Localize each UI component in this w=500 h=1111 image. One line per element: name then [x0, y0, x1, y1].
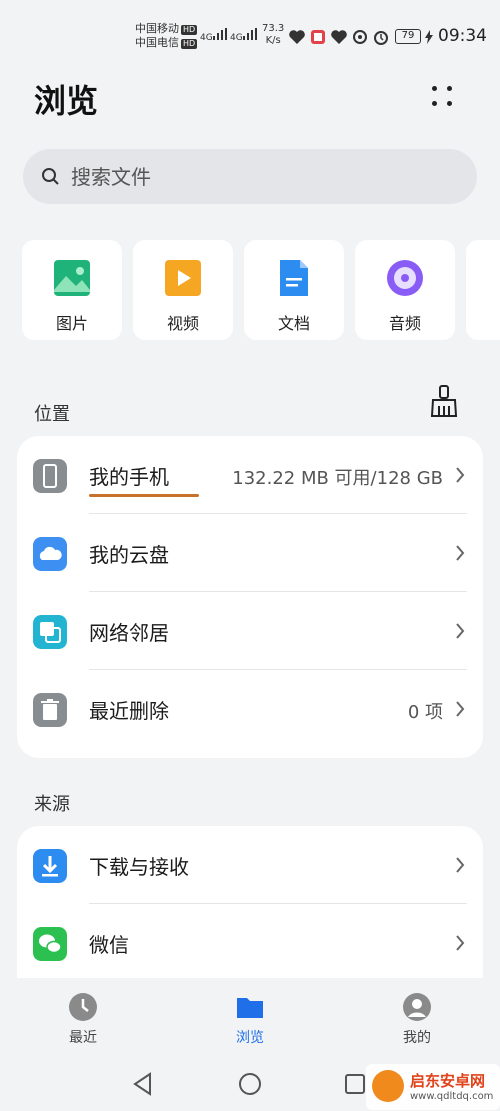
bottom-navigation: 最近 浏览 我的 [0, 978, 500, 1056]
tab-recent[interactable]: 最近 [23, 978, 143, 1056]
signal-icon: 4G [200, 28, 227, 43]
location-recently-deleted[interactable]: 最近删除 0 项 [17, 670, 483, 748]
profile-icon [403, 993, 431, 1021]
image-icon [54, 260, 90, 296]
category-label: 视频 [166, 314, 199, 333]
carrier-info: 中国移动 HD 中国电信 HD [135, 22, 198, 50]
search-input[interactable] [71, 149, 451, 204]
tab-browse[interactable]: 浏览 [190, 978, 310, 1056]
section-title-locations: 位置 [34, 404, 70, 425]
watermark-name: 启东安卓网 [410, 1072, 486, 1090]
tab-mine[interactable]: 我的 [357, 978, 477, 1056]
source-label: 微信 [89, 933, 129, 957]
category-label: 音频 [388, 314, 421, 333]
chevron-right-icon [456, 545, 465, 561]
watermark: 启东安卓网 www.qdltdq.com [366, 1064, 500, 1110]
search-bar[interactable] [23, 149, 477, 204]
chevron-right-icon [456, 857, 465, 873]
hd-badge: HD [181, 25, 198, 35]
battery-icon: 79 [395, 29, 421, 44]
chevron-right-icon [456, 701, 465, 717]
nfc-icon [353, 30, 367, 44]
folder-icon [237, 998, 263, 1018]
section-title-sources: 来源 [34, 794, 70, 815]
heart-rate-icon [331, 30, 347, 44]
charging-icon [425, 30, 433, 44]
clock-time: 09:34 [438, 26, 487, 46]
network-speed: 73.3 K/s [262, 23, 285, 46]
tab-label: 浏览 [236, 1030, 264, 1046]
location-label: 最近删除 [89, 699, 169, 723]
chevron-right-icon [456, 935, 465, 951]
chevron-right-icon [456, 467, 465, 483]
trash-icon [33, 693, 67, 727]
broom-icon[interactable] [428, 384, 460, 418]
search-icon [42, 168, 59, 185]
tab-label: 我的 [403, 1030, 431, 1046]
audio-icon [387, 260, 423, 296]
category-more[interactable] [466, 240, 500, 340]
category-images[interactable]: 图片 [22, 240, 122, 340]
document-icon [280, 260, 308, 296]
carrier-2: 中国电信 [135, 36, 179, 49]
clock-icon [69, 993, 97, 1021]
carrier-1: 中国移动 [135, 22, 179, 35]
alarm-icon [374, 31, 388, 45]
cloud-icon [33, 537, 67, 571]
more-options-button[interactable] [424, 80, 460, 116]
source-label: 下载与接收 [89, 855, 189, 879]
health-icon [289, 30, 305, 44]
source-downloads[interactable]: 下载与接收 [17, 826, 483, 904]
storage-value: 132.22 MB 可用/128 GB [232, 468, 443, 489]
source-wechat[interactable]: 微信 [17, 904, 483, 982]
sources-card: 下载与接收 微信 [17, 826, 483, 986]
phone-icon [33, 459, 67, 493]
category-videos[interactable]: 视频 [133, 240, 233, 340]
category-documents[interactable]: 文档 [244, 240, 344, 340]
signal-icon: 4G [230, 28, 257, 43]
video-icon [165, 260, 201, 296]
page-title: 浏览 [34, 82, 99, 120]
download-icon [33, 849, 67, 883]
location-my-phone[interactable]: 我的手机 132.22 MB 可用/128 GB [17, 436, 483, 514]
deleted-count: 0 项 [407, 702, 443, 723]
tab-label: 最近 [69, 1030, 97, 1046]
network-icon [33, 615, 67, 649]
location-label: 我的手机 [89, 465, 169, 489]
back-icon[interactable] [132, 1072, 154, 1096]
category-label: 文档 [277, 314, 310, 333]
chevron-right-icon [456, 623, 465, 639]
book-icon [311, 30, 325, 44]
watermark-url: www.qdltdq.com [410, 1091, 494, 1102]
home-icon[interactable] [238, 1072, 262, 1096]
status-bar: 中国移动 HD 中国电信 HD 4G 4G 73.3 K/s 79 09:34 [0, 0, 500, 60]
location-my-cloud[interactable]: 我的云盘 [17, 514, 483, 592]
hd-badge: HD [181, 39, 198, 49]
recents-icon[interactable] [344, 1073, 366, 1095]
locations-card: 我的手机 132.22 MB 可用/128 GB 我的云盘 网络邻居 最近删除 … [17, 436, 483, 758]
watermark-logo-icon [372, 1070, 404, 1102]
wechat-icon [33, 927, 67, 961]
category-audio[interactable]: 音频 [355, 240, 455, 340]
location-label: 我的云盘 [89, 543, 169, 567]
location-label: 网络邻居 [89, 621, 169, 645]
category-label: 图片 [55, 314, 88, 333]
label-underline [89, 494, 199, 497]
location-network-neighborhood[interactable]: 网络邻居 [17, 592, 483, 670]
